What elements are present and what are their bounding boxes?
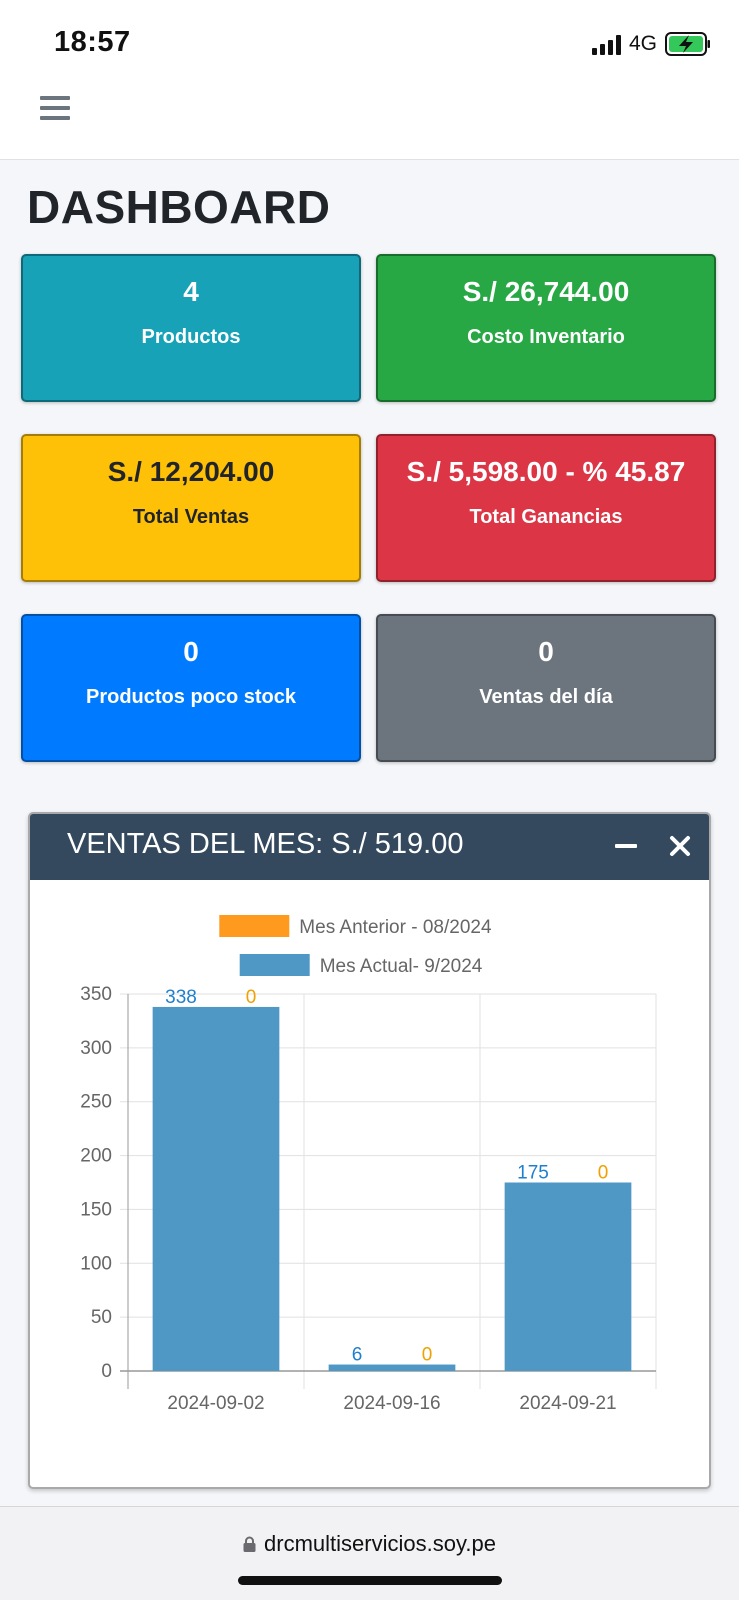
- data-label-actual: 6: [352, 1345, 363, 1366]
- url-text: drcmultiservicios.soy.pe: [264, 1531, 496, 1556]
- card-total-profit[interactable]: S./ 5,598.00 - % 45.87 Total Ganancias: [376, 434, 716, 582]
- x-tick-label: 2024-09-21: [519, 1393, 616, 1414]
- x-tick-label: 2024-09-16: [343, 1393, 440, 1414]
- card-value: S./ 12,204.00: [107, 456, 275, 487]
- data-label-previous: 0: [422, 1345, 433, 1366]
- card-value: S./ 5,598.00 - % 45.87: [406, 456, 686, 487]
- card-inventory-cost[interactable]: S./ 26,744.00 Costo Inventario: [376, 254, 716, 402]
- monthly-sales-box: VENTAS DEL MES: S./ 519.00 0 50 100 150 200 2…: [28, 812, 711, 1489]
- battery-charging-icon: [665, 32, 710, 56]
- legend-swatch: [219, 915, 290, 937]
- card-label: Productos poco stock: [85, 686, 297, 708]
- card-label: Costo Inventario: [467, 326, 625, 348]
- card-low-stock[interactable]: 0 Productos poco stock: [21, 614, 361, 762]
- y-tick-label: 250: [80, 1092, 112, 1113]
- card-value: 4: [183, 276, 199, 307]
- network-label: 4G: [628, 32, 657, 55]
- legend-label: Mes Anterior - 08/2024: [299, 917, 492, 938]
- sales-bar-chart: 0 50 100 150 200 250 300 350 338 0 2024-09-02 6 0 202…: [80, 915, 657, 1414]
- data-label-actual: 338: [165, 987, 197, 1008]
- y-tick-label: 350: [80, 984, 112, 1005]
- url-display[interactable]: drcmultiservicios.soy.pe: [0, 1531, 739, 1557]
- card-label: Total Ganancias: [469, 506, 623, 528]
- y-tick-label: 300: [80, 1038, 112, 1059]
- top-navbar: [0, 80, 739, 160]
- bar-actual: [504, 1182, 632, 1371]
- signal-icon: [591, 33, 621, 55]
- y-tick-label: 150: [80, 1199, 112, 1220]
- bar-actual: [152, 1006, 280, 1371]
- y-tick-label: 100: [80, 1253, 112, 1274]
- data-label-previous: 0: [598, 1163, 609, 1184]
- lock-icon: [243, 1536, 256, 1552]
- y-tick-label: 50: [91, 1307, 112, 1328]
- y-tick-label: 200: [80, 1146, 112, 1167]
- home-indicator[interactable]: [238, 1576, 502, 1585]
- data-label-actual: 175: [517, 1163, 549, 1184]
- card-value: 0: [538, 636, 554, 667]
- data-label-previous: 0: [246, 987, 257, 1008]
- status-icons: 4G: [591, 30, 711, 58]
- legend-label: Mes Actual- 9/2024: [320, 956, 483, 977]
- x-tick-label: 2024-09-02: [167, 1393, 264, 1414]
- card-value: S./ 26,744.00: [462, 276, 630, 307]
- card-label: Total Ventas: [132, 506, 250, 528]
- menu-icon[interactable]: [40, 96, 70, 122]
- card-daily-sales[interactable]: 0 Ventas del día: [376, 614, 716, 762]
- card-label: Productos: [141, 326, 241, 348]
- bar-actual: [328, 1364, 456, 1371]
- status-time: 18:57: [54, 26, 131, 58]
- card-value: 0: [183, 636, 199, 667]
- card-total-sales[interactable]: S./ 12,204.00 Total Ventas: [21, 434, 361, 582]
- page-title: DASHBOARD: [27, 181, 331, 233]
- card-label: Ventas del día: [479, 686, 613, 708]
- y-tick-label: 0: [101, 1361, 112, 1382]
- status-bar: 18:57 4G: [0, 0, 739, 80]
- legend-swatch: [239, 954, 310, 976]
- card-products[interactable]: 4 Productos: [21, 254, 361, 402]
- browser-url-bar[interactable]: drcmultiservicios.soy.pe: [0, 1506, 739, 1600]
